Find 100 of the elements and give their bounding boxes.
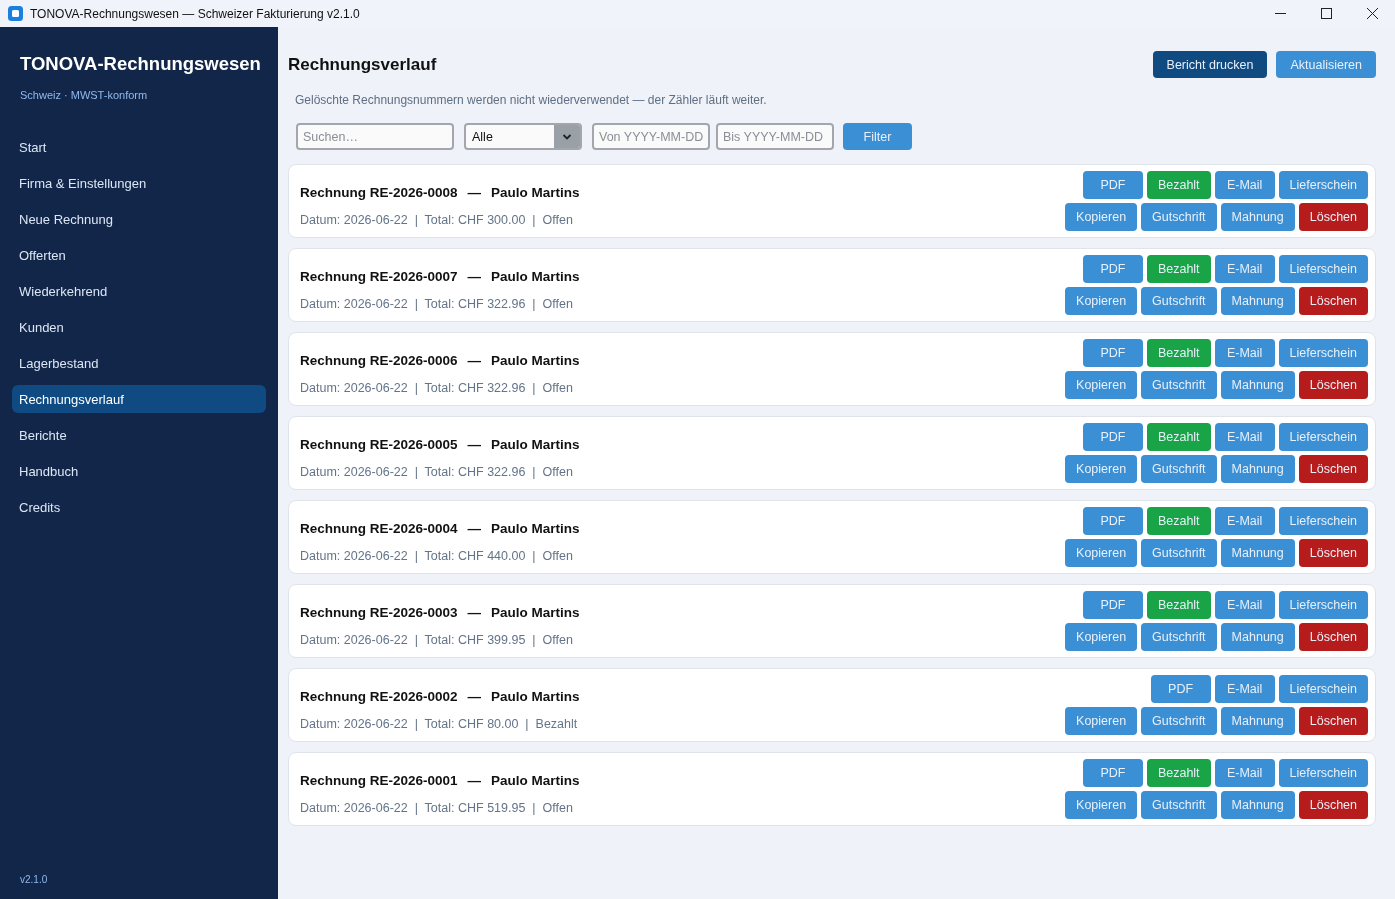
action-button[interactable]: Gutschrift bbox=[1141, 287, 1217, 315]
action-button[interactable]: PDF bbox=[1150, 675, 1211, 703]
action-button[interactable]: E-Mail bbox=[1214, 759, 1275, 787]
action-button[interactable]: Kopieren bbox=[1065, 203, 1138, 231]
sidebar-item[interactable]: Start bbox=[12, 133, 266, 161]
action-button[interactable]: Bezahlt bbox=[1146, 507, 1211, 535]
action-button[interactable]: Lieferschein bbox=[1278, 507, 1368, 535]
action-button[interactable]: Gutschrift bbox=[1141, 539, 1217, 567]
action-button[interactable]: E-Mail bbox=[1214, 423, 1275, 451]
date-from-field[interactable]: Von YYYY-MM-DD bbox=[592, 123, 710, 150]
action-button[interactable]: Bezahlt bbox=[1146, 759, 1211, 787]
action-button[interactable]: PDF bbox=[1082, 759, 1143, 787]
app-tagline: Schweiz · MWST-konform bbox=[19, 88, 149, 102]
action-button[interactable]: Lieferschein bbox=[1278, 171, 1368, 199]
customer-name: Paulo Martins bbox=[491, 436, 580, 454]
action-button[interactable]: Lieferschein bbox=[1278, 423, 1368, 451]
action-button[interactable]: E-Mail bbox=[1214, 507, 1275, 535]
action-button[interactable]: Mahnung bbox=[1220, 791, 1295, 819]
customer-name: Paulo Martins bbox=[491, 772, 580, 790]
action-button[interactable]: E-Mail bbox=[1214, 255, 1275, 283]
action-button[interactable]: Kopieren bbox=[1065, 455, 1138, 483]
minimize-icon[interactable] bbox=[1274, 13, 1286, 14]
header-button[interactable]: Aktualisieren bbox=[1276, 51, 1376, 78]
action-button[interactable]: Löschen bbox=[1298, 539, 1368, 567]
invoice-title: Rechnung RE-2026-0004 bbox=[300, 520, 458, 538]
action-button[interactable]: Gutschrift bbox=[1141, 455, 1217, 483]
action-button[interactable]: Bezahlt bbox=[1146, 171, 1211, 199]
action-button[interactable]: Löschen bbox=[1298, 371, 1368, 399]
action-button[interactable]: Gutschrift bbox=[1141, 371, 1217, 399]
sidebar-item[interactable]: Offerten bbox=[12, 241, 266, 269]
action-button[interactable]: PDF bbox=[1082, 507, 1143, 535]
sidebar-item[interactable]: Neue Rechnung bbox=[12, 205, 266, 233]
action-button[interactable]: Mahnung bbox=[1220, 287, 1295, 315]
customer-name: Paulo Martins bbox=[491, 184, 580, 202]
action-button[interactable]: Kopieren bbox=[1065, 287, 1138, 315]
invoice-meta: Datum: 2026-06-22 | Total: CHF 322.96 | Offen bbox=[300, 380, 574, 396]
window-title: TONOVA-Rechnungswesen — Schweizer Fakturierung v2.1.0 bbox=[30, 6, 360, 21]
action-button[interactable]: Kopieren bbox=[1065, 623, 1138, 651]
action-button[interactable]: Löschen bbox=[1298, 791, 1368, 819]
action-button[interactable]: Mahnung bbox=[1220, 371, 1295, 399]
action-button[interactable]: PDF bbox=[1082, 591, 1143, 619]
action-button[interactable]: Lieferschein bbox=[1278, 339, 1368, 367]
sidebar-item[interactable]: Firma & Einstellungen bbox=[12, 169, 266, 197]
sidebar-item[interactable]: Wiederkehrend bbox=[12, 277, 266, 305]
sidebar-item[interactable]: Rechnungsverlauf bbox=[12, 385, 266, 413]
title-separator: — bbox=[467, 436, 482, 454]
customer-name: Paulo Martins bbox=[491, 520, 580, 538]
action-button[interactable]: Lieferschein bbox=[1278, 759, 1368, 787]
action-button[interactable]: Kopieren bbox=[1065, 707, 1138, 735]
action-button[interactable]: E-Mail bbox=[1214, 675, 1275, 703]
info-note: Gelöschte Rechnungsnummern werden nicht wiederverwendet — der Zähler läuft weiter. bbox=[294, 92, 768, 108]
sidebar-item[interactable]: Berichte bbox=[12, 421, 266, 449]
action-button[interactable]: Mahnung bbox=[1220, 539, 1295, 567]
version-label: v2.1.0 bbox=[19, 874, 49, 885]
action-button[interactable]: E-Mail bbox=[1214, 171, 1275, 199]
action-button[interactable]: Mahnung bbox=[1220, 203, 1295, 231]
close-icon[interactable] bbox=[1366, 8, 1378, 19]
action-button[interactable]: PDF bbox=[1082, 255, 1143, 283]
action-button[interactable]: Lieferschein bbox=[1278, 675, 1368, 703]
action-button[interactable]: E-Mail bbox=[1214, 591, 1275, 619]
action-button[interactable]: Bezahlt bbox=[1146, 255, 1211, 283]
action-button[interactable]: Löschen bbox=[1298, 707, 1368, 735]
action-button[interactable]: Bezahlt bbox=[1146, 591, 1211, 619]
sidebar-item[interactable]: Kunden bbox=[12, 313, 266, 341]
action-button[interactable]: Gutschrift bbox=[1141, 707, 1217, 735]
action-button[interactable]: Lieferschein bbox=[1278, 591, 1368, 619]
app-name: TONOVA-Rechnungswesen bbox=[19, 52, 262, 76]
search-field[interactable]: Suchen… bbox=[296, 123, 454, 150]
action-button[interactable]: Löschen bbox=[1298, 623, 1368, 651]
header-button[interactable]: Bericht drucken bbox=[1152, 51, 1268, 78]
date-to-field[interactable]: Bis YYYY-MM-DD bbox=[716, 123, 834, 150]
action-button[interactable]: Kopieren bbox=[1065, 539, 1138, 567]
action-button[interactable]: Mahnung bbox=[1220, 623, 1295, 651]
action-button[interactable]: Kopieren bbox=[1065, 791, 1138, 819]
sidebar-item[interactable]: Credits bbox=[12, 493, 266, 521]
invoice-title: Rechnung RE-2026-0003 bbox=[300, 604, 458, 622]
title-separator: — bbox=[467, 604, 482, 622]
action-button[interactable]: Löschen bbox=[1298, 203, 1368, 231]
action-button[interactable]: PDF bbox=[1082, 423, 1143, 451]
action-button[interactable]: Löschen bbox=[1298, 455, 1368, 483]
action-button[interactable]: Kopieren bbox=[1065, 371, 1138, 399]
invoice-meta: Datum: 2026-06-22 | Total: CHF 300.00 | Offen bbox=[300, 212, 574, 228]
action-button[interactable]: Bezahlt bbox=[1146, 339, 1211, 367]
status-select[interactable]: Alle bbox=[464, 123, 582, 150]
action-button[interactable]: Mahnung bbox=[1220, 707, 1295, 735]
action-button[interactable]: E-Mail bbox=[1214, 339, 1275, 367]
action-button[interactable]: Gutschrift bbox=[1141, 203, 1217, 231]
action-button[interactable]: PDF bbox=[1082, 339, 1143, 367]
action-button[interactable]: Gutschrift bbox=[1141, 623, 1217, 651]
sidebar-item[interactable]: Lagerbestand bbox=[12, 349, 266, 377]
sidebar-item[interactable]: Handbuch bbox=[12, 457, 266, 485]
action-button[interactable]: Mahnung bbox=[1220, 455, 1295, 483]
filter-button[interactable]: Filter bbox=[843, 123, 912, 150]
action-button[interactable]: Löschen bbox=[1298, 287, 1368, 315]
invoice-meta: Datum: 2026-06-22 | Total: CHF 80.00 | Bezahlt bbox=[300, 716, 579, 732]
action-button[interactable]: PDF bbox=[1082, 171, 1143, 199]
action-button[interactable]: Lieferschein bbox=[1278, 255, 1368, 283]
maximize-icon[interactable] bbox=[1320, 8, 1332, 19]
action-button[interactable]: Bezahlt bbox=[1146, 423, 1211, 451]
action-button[interactable]: Gutschrift bbox=[1141, 791, 1217, 819]
